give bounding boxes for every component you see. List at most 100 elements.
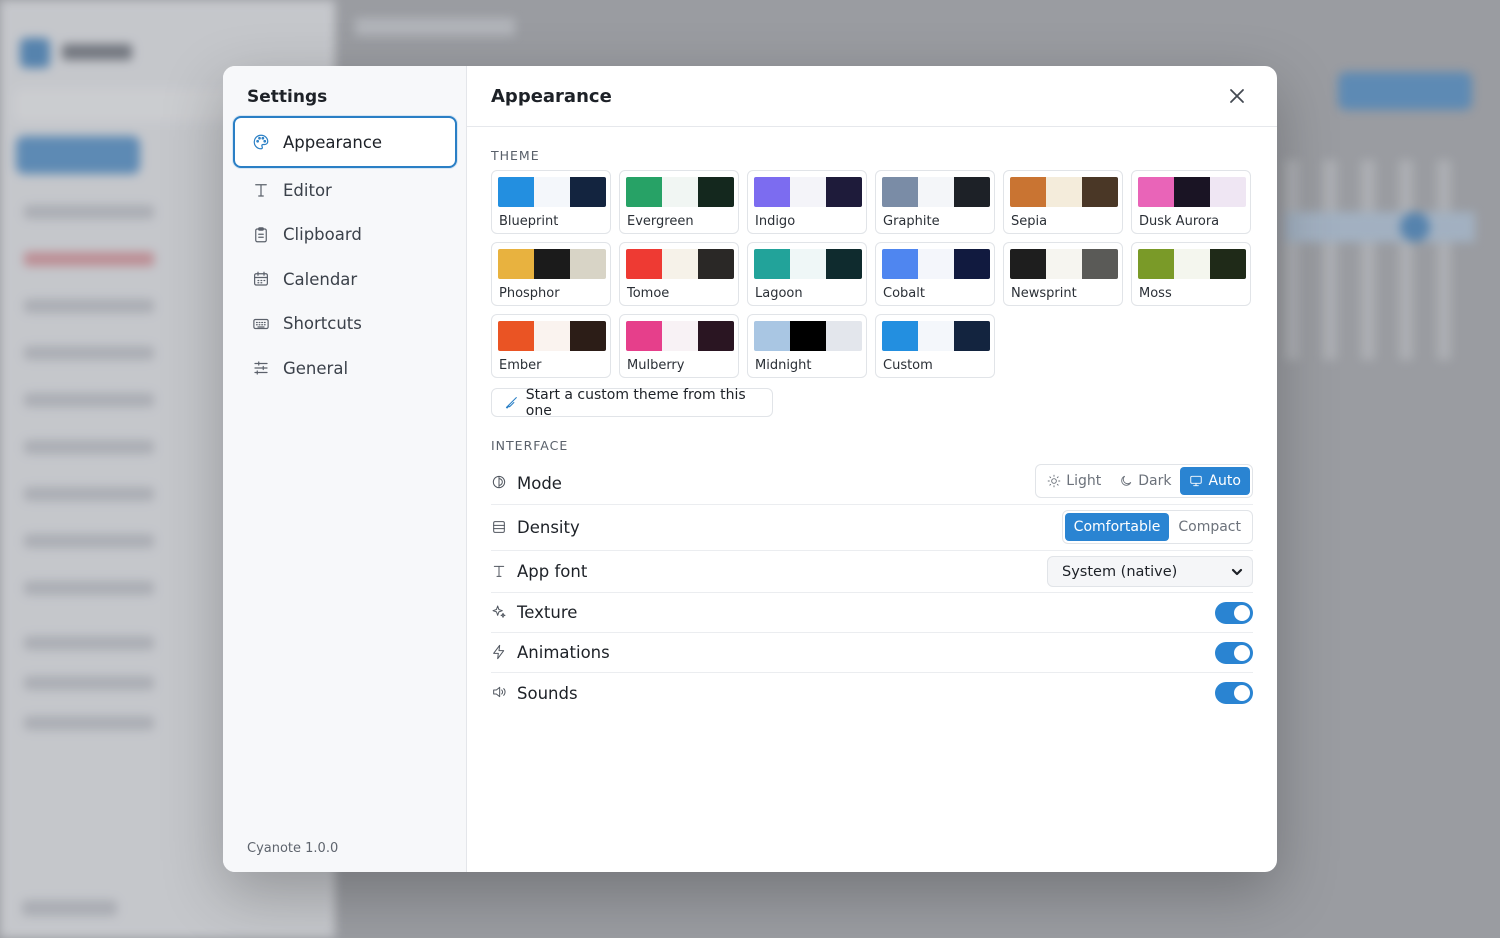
theme-swatches <box>882 177 990 207</box>
nav-item-general[interactable]: General <box>233 346 457 390</box>
texture-label: Texture <box>491 603 577 622</box>
theme-card-evergreen[interactable]: Evergreen <box>619 170 739 234</box>
theme-card-tomoe[interactable]: Tomoe <box>619 242 739 306</box>
theme-swatch <box>534 249 570 279</box>
theme-swatches <box>1010 177 1118 207</box>
theme-card-mulberry[interactable]: Mulberry <box>619 314 739 378</box>
theme-card-newsprint[interactable]: Newsprint <box>1003 242 1123 306</box>
theme-swatch <box>754 321 790 351</box>
sparkle-icon <box>491 604 509 622</box>
theme-swatch <box>826 177 862 207</box>
theme-swatch <box>790 321 826 351</box>
theme-name: Custom <box>883 358 933 373</box>
theme-swatch <box>918 177 954 207</box>
animations-toggle[interactable] <box>1215 642 1253 664</box>
theme-swatch <box>1210 177 1246 207</box>
theme-card-ember[interactable]: Ember <box>491 314 611 378</box>
theme-card-midnight[interactable]: Midnight <box>747 314 867 378</box>
theme-card-custom[interactable]: Custom <box>875 314 995 378</box>
mode-option-auto[interactable]: Auto <box>1180 467 1250 495</box>
theme-card-phosphor[interactable]: Phosphor <box>491 242 611 306</box>
nav-item-calendar[interactable]: Calendar <box>233 257 457 301</box>
chevron-down-icon <box>1230 565 1244 579</box>
density-selector: Comfortable Compact <box>1061 510 1253 544</box>
texture-label-text: Texture <box>517 603 578 622</box>
sliders-icon <box>251 358 271 378</box>
theme-name: Tomoe <box>627 286 670 301</box>
sounds-label-text: Sounds <box>517 683 578 703</box>
theme-swatches <box>1138 177 1246 207</box>
start-custom-theme-button[interactable]: Start a custom theme from this one <box>491 387 773 419</box>
theme-name: Cobalt <box>883 286 925 301</box>
theme-swatch <box>1138 177 1174 207</box>
density-option-compact[interactable]: Compact <box>1169 513 1250 541</box>
nav-item-shortcuts[interactable]: Shortcuts <box>233 302 457 346</box>
theme-swatch <box>754 249 790 279</box>
theme-card-cobalt[interactable]: Cobalt <box>875 242 995 306</box>
theme-swatch <box>954 249 990 279</box>
theme-swatch <box>498 249 534 279</box>
mode-row: Mode Light Dark Auto <box>491 462 1253 505</box>
theme-swatch <box>534 177 570 207</box>
theme-swatch <box>1010 177 1046 207</box>
theme-swatch <box>826 321 862 351</box>
theme-name: Moss <box>1139 286 1172 301</box>
theme-card-lagoon[interactable]: Lagoon <box>747 242 867 306</box>
theme-card-dusk-aurora[interactable]: Dusk Aurora <box>1131 170 1251 234</box>
background-nav-item <box>24 299 154 313</box>
nav-item-label: Calendar <box>283 269 358 289</box>
theme-name: Indigo <box>755 214 796 229</box>
nav-item-label: Shortcuts <box>283 314 362 333</box>
sounds-toggle[interactable] <box>1215 682 1253 704</box>
panel-header: Appearance <box>467 66 1277 127</box>
mode-label-text: Mode <box>517 473 562 493</box>
theme-card-sepia[interactable]: Sepia <box>1003 170 1123 234</box>
theme-swatch <box>698 321 734 351</box>
font-row: App font System (native) <box>491 551 1253 593</box>
theme-swatches <box>498 249 606 279</box>
settings-sidebar: Settings Appearance Editor Clipboard Cal… <box>223 66 467 872</box>
font-select[interactable]: System (native) <box>1047 556 1253 587</box>
theme-card-indigo[interactable]: Indigo <box>747 170 867 234</box>
nav-item-clipboard[interactable]: Clipboard <box>233 213 457 257</box>
theme-card-moss[interactable]: Moss <box>1131 242 1251 306</box>
theme-swatch <box>1046 249 1082 279</box>
theme-swatch <box>918 321 954 351</box>
mode-option-light[interactable]: Light <box>1038 467 1110 495</box>
density-row: Density Comfortable Compact <box>491 505 1253 551</box>
texture-toggle[interactable] <box>1215 602 1253 624</box>
density-option-label: Comfortable <box>1073 519 1161 535</box>
theme-swatch <box>1174 177 1210 207</box>
theme-swatches <box>1138 249 1246 279</box>
nav-item-appearance[interactable]: Appearance <box>233 116 457 168</box>
background-action-button <box>1338 72 1472 110</box>
theme-swatch <box>954 321 990 351</box>
close-button[interactable] <box>1227 86 1247 106</box>
background-nav-item <box>24 393 154 407</box>
theme-swatches <box>754 321 862 351</box>
density-label-text: Density <box>517 518 580 537</box>
appearance-panel: Appearance THEME Blueprint Evergreen Indig… <box>467 66 1277 872</box>
theme-name: Lagoon <box>755 286 803 301</box>
nav-item-label: Clipboard <box>283 225 362 244</box>
settings-modal: Settings Appearance Editor Clipboard Cal… <box>223 66 1277 872</box>
theme-swatch <box>954 177 990 207</box>
background-new-button <box>16 136 140 174</box>
font-label-text: App font <box>517 562 588 581</box>
theme-card-graphite[interactable]: Graphite <box>875 170 995 234</box>
background-nav-item <box>24 346 154 360</box>
density-option-comfortable[interactable]: Comfortable <box>1064 513 1170 541</box>
nav-item-label: General <box>283 358 349 378</box>
mode-option-dark[interactable]: Dark <box>1110 467 1180 495</box>
speaker-icon <box>491 684 509 702</box>
calendar-icon <box>251 269 271 289</box>
theme-name: Midnight <box>755 358 812 373</box>
nav-item-editor[interactable]: Editor <box>233 168 457 212</box>
theme-card-blueprint[interactable]: Blueprint <box>491 170 611 234</box>
nav-item-label: Editor <box>283 180 332 200</box>
background-breadcrumb <box>355 18 515 36</box>
theme-swatches <box>882 249 990 279</box>
text-icon <box>491 563 509 581</box>
theme-swatch <box>882 249 918 279</box>
animations-label-text: Animations <box>517 643 610 662</box>
